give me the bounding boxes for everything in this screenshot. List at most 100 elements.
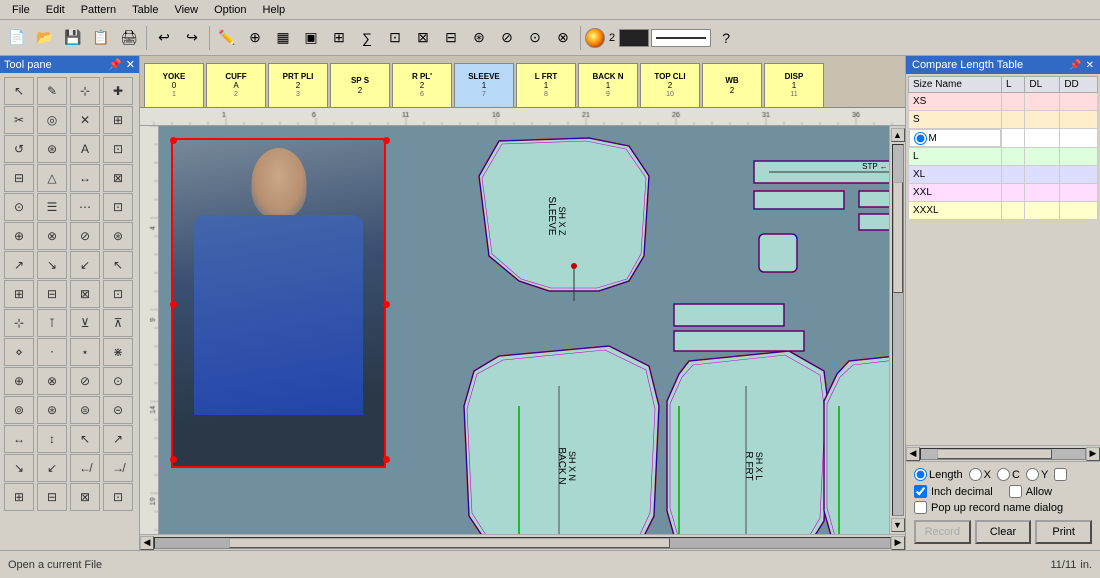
tool-e4[interactable]: ⊙	[103, 367, 133, 395]
tab-prt-pli[interactable]: PRT PLI 2 3	[268, 63, 328, 107]
radio-length-input[interactable]	[914, 468, 927, 481]
check-popup[interactable]: Pop up record name dialog	[914, 501, 1092, 514]
tool-ring[interactable]: ⊛	[103, 222, 133, 250]
tab-disp[interactable]: DISP 1 11	[764, 63, 824, 107]
tool-g3[interactable]: ↖	[70, 425, 100, 453]
tool1-button[interactable]: ✏️	[214, 25, 240, 51]
tool-d3[interactable]: ⋆	[70, 338, 100, 366]
tool-sq2[interactable]: ⊡	[103, 193, 133, 221]
compare-panel-close[interactable]: ✕	[1086, 60, 1094, 71]
size-m-radio[interactable]	[914, 132, 927, 145]
tool-d2[interactable]: ⋅	[37, 338, 67, 366]
tool-i4[interactable]: ⊡	[103, 483, 133, 511]
tool2-button[interactable]: ⊕	[242, 25, 268, 51]
clear-button[interactable]: Clear	[975, 520, 1032, 544]
table-row[interactable]: XXXL	[909, 202, 1098, 220]
tool-f2[interactable]: ⊛	[37, 396, 67, 424]
tool4-button[interactable]: ▣	[298, 25, 324, 51]
radio-length[interactable]: Length	[914, 468, 963, 481]
print-button[interactable]: Print	[1035, 520, 1092, 544]
scroll-thumb-v[interactable]	[893, 182, 903, 293]
tool-h1[interactable]: ↘	[4, 454, 34, 482]
line-style-preview[interactable]	[651, 29, 711, 47]
tool-p3[interactable]: ⊻	[70, 309, 100, 337]
tool-no[interactable]: ⊘	[70, 222, 100, 250]
save-as-button[interactable]: 📋	[88, 25, 114, 51]
tool-p2[interactable]: ⊺	[37, 309, 67, 337]
tool11-button[interactable]: ⊘	[494, 25, 520, 51]
compare-panel-pin[interactable]: 📌	[1069, 60, 1081, 71]
tool-h-arrow[interactable]: ↔	[70, 164, 100, 192]
tool-minus[interactable]: ⊟	[4, 164, 34, 192]
tool-dots[interactable]: ⋯	[70, 193, 100, 221]
tab-wb[interactable]: WB 2	[702, 63, 762, 107]
tool-i3[interactable]: ⊠	[70, 483, 100, 511]
scroll-down-arrow[interactable]: ▼	[891, 518, 905, 532]
menu-help[interactable]: Help	[255, 2, 294, 18]
print-button[interactable]: 🖨	[116, 25, 142, 51]
scroll-left-arrow[interactable]: ◀	[140, 536, 154, 550]
tool-se[interactable]: ↘	[37, 251, 67, 279]
horizontal-scrollbar[interactable]: ◀ ▶	[140, 534, 905, 550]
tool5-button[interactable]: ⊞	[326, 25, 352, 51]
compare-scroll-right[interactable]: ▶	[1086, 447, 1100, 461]
table-row[interactable]: XXL	[909, 184, 1098, 202]
tool-cut[interactable]: ✂	[4, 106, 34, 134]
tab-l-frt[interactable]: L FRT 1 8	[516, 63, 576, 107]
table-row[interactable]: M	[909, 129, 1098, 148]
tool-text[interactable]: A	[70, 135, 100, 163]
menu-table[interactable]: Table	[124, 2, 166, 18]
tool-d4[interactable]: ⋇	[103, 338, 133, 366]
tool13-button[interactable]: ⊗	[550, 25, 576, 51]
tool-box4[interactable]: ⊡	[103, 280, 133, 308]
tab-yoke[interactable]: YOKE 0 1	[144, 63, 204, 107]
tool-g1[interactable]: ↔	[4, 425, 34, 453]
tool9-button[interactable]: ⊟	[438, 25, 464, 51]
radio-y-input[interactable]	[1026, 468, 1039, 481]
new-button[interactable]: 📄	[4, 25, 30, 51]
tool-h4[interactable]: ↛	[103, 454, 133, 482]
tool-bull[interactable]: ⊙	[4, 193, 34, 221]
redo-button[interactable]: ↪	[179, 25, 205, 51]
save-button[interactable]: 💾	[60, 25, 86, 51]
radio-c-input[interactable]	[997, 468, 1010, 481]
tab-r-pl[interactable]: R PL' 2 6	[392, 63, 452, 107]
tool-f4[interactable]: ⊝	[103, 396, 133, 424]
tool-sw[interactable]: ↙	[70, 251, 100, 279]
tool-draw[interactable]: ✎	[37, 77, 67, 105]
table-row[interactable]: XL	[909, 166, 1098, 184]
tool-p4[interactable]: ⊼	[103, 309, 133, 337]
tool12-button[interactable]: ⊙	[522, 25, 548, 51]
radio-c[interactable]: C	[997, 468, 1020, 481]
radio-x-input[interactable]	[969, 468, 982, 481]
compare-scroll-track[interactable]	[920, 448, 1086, 460]
compare-scroll-thumb[interactable]	[937, 449, 1052, 459]
tool-e2[interactable]: ⊗	[37, 367, 67, 395]
color-wheel-icon[interactable]	[585, 28, 605, 48]
tool-sq[interactable]: ⊡	[103, 135, 133, 163]
record-button[interactable]: Record	[914, 520, 971, 544]
tool-x2[interactable]: ⊗	[37, 222, 67, 250]
tool-h2[interactable]: ↙	[37, 454, 67, 482]
scroll-track-h[interactable]	[154, 537, 891, 549]
tab-cuff[interactable]: CUFF A 2	[206, 63, 266, 107]
compare-scroll-left[interactable]: ◀	[906, 447, 920, 461]
tool6-button[interactable]: ∑	[354, 25, 380, 51]
tool-d1[interactable]: ⋄	[4, 338, 34, 366]
check-allow-input[interactable]	[1009, 485, 1022, 498]
tool-g2[interactable]: ↕	[37, 425, 67, 453]
radio-y[interactable]: Y	[1026, 468, 1048, 481]
radio-extra-input[interactable]	[1054, 468, 1067, 481]
check-inch[interactable]: Inch decimal Allow	[914, 485, 1092, 498]
check-inch-input[interactable]	[914, 485, 927, 498]
menu-edit[interactable]: Edit	[38, 2, 73, 18]
tool-i2[interactable]: ⊟	[37, 483, 67, 511]
scroll-track-v[interactable]	[892, 144, 904, 516]
check-popup-input[interactable]	[914, 501, 927, 514]
tool-point[interactable]: ⊹	[70, 77, 100, 105]
tool-box1[interactable]: ⊞	[4, 280, 34, 308]
tool-g4[interactable]: ↗	[103, 425, 133, 453]
undo-button[interactable]: ↩	[151, 25, 177, 51]
tool-box3[interactable]: ⊠	[70, 280, 100, 308]
radio-x[interactable]: X	[969, 468, 991, 481]
